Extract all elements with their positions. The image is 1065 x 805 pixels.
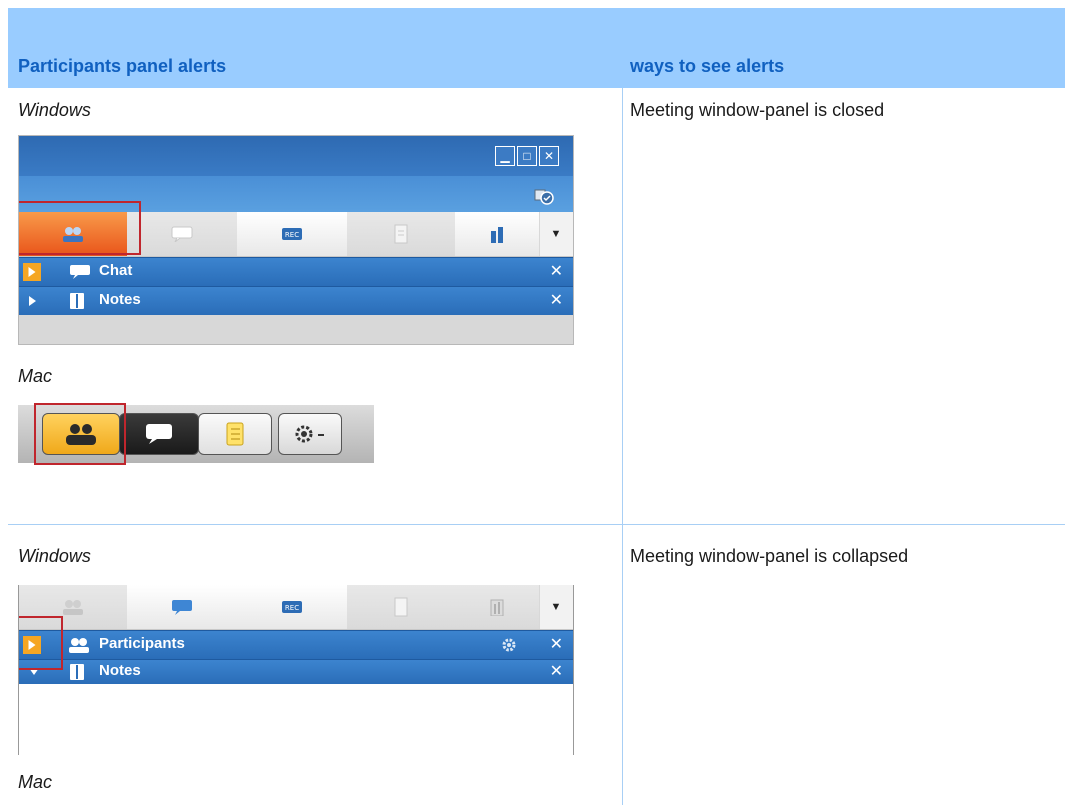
minimize-icon[interactable]: ▁ [495, 146, 515, 166]
windows-panel-screenshot: ▁ □ ✕ REC ▼ Chat ✕ Notes ✕ [18, 135, 574, 345]
chevron-down-icon: ▼ [550, 601, 562, 613]
row-divider [8, 524, 1065, 525]
settings-button[interactable] [278, 413, 342, 455]
participants-icon [63, 600, 83, 615]
tab-chat[interactable] [127, 585, 238, 629]
panel-bar-notes[interactable]: Notes ✕ [19, 286, 573, 315]
tab-notes[interactable] [347, 212, 456, 256]
tab-recorder[interactable]: REC [237, 585, 348, 629]
chat-icon [146, 424, 172, 444]
column-header-alerts: Participants panel alerts [18, 56, 227, 76]
tabs-dropdown[interactable]: ▼ [539, 585, 573, 629]
polling-icon [490, 599, 504, 616]
gear-icon [295, 425, 324, 443]
tab-chat[interactable] [127, 212, 238, 256]
mac-label: Mac [18, 772, 53, 792]
tab-recorder[interactable]: REC [237, 212, 348, 256]
column-divider [622, 88, 623, 805]
panel-bar-notes[interactable]: Notes ✕ [19, 659, 573, 684]
camera-icon[interactable] [529, 182, 555, 206]
chat-icon [172, 600, 192, 615]
tab-polling[interactable] [455, 212, 540, 256]
expand-arrow-alert[interactable] [23, 263, 41, 281]
tab-polling[interactable] [455, 585, 540, 629]
gear-icon[interactable] [501, 637, 517, 653]
panel-label: Participants [99, 635, 185, 652]
highlight-box [19, 616, 63, 670]
highlight-box [19, 201, 141, 255]
notes-button[interactable] [198, 413, 272, 455]
panel-label: Notes [99, 662, 141, 679]
close-icon[interactable]: ✕ [550, 290, 563, 310]
windows-panel-collapsed-screenshot: REC ▼ Participants ✕ Notes ✕ [18, 585, 574, 755]
polling-icon [491, 227, 503, 243]
window-title-bar: ▁ □ ✕ [19, 136, 573, 176]
recorder-icon: REC [282, 228, 302, 240]
windows-label: Windows [18, 546, 91, 566]
svg-text:REC: REC [285, 604, 299, 612]
chat-button[interactable] [119, 413, 199, 455]
maximize-icon[interactable]: □ [517, 146, 537, 166]
column-header-ways: ways to see alerts [630, 56, 785, 76]
svg-text:REC: REC [285, 231, 299, 239]
panel-bar-chat[interactable]: Chat ✕ [19, 257, 573, 286]
tab-notes[interactable] [347, 585, 456, 629]
close-icon[interactable]: ✕ [550, 261, 563, 281]
close-icon[interactable]: ✕ [539, 146, 559, 166]
windows-label: Windows [18, 100, 91, 120]
description-collapsed: Meeting window-panel is collapsed [630, 546, 909, 566]
panel-label: Notes [99, 291, 141, 308]
chat-icon [70, 265, 90, 279]
tabs-dropdown[interactable]: ▼ [539, 212, 573, 256]
panel-bar-participants[interactable]: Participants ✕ [19, 630, 573, 659]
recorder-icon: REC [282, 601, 302, 613]
notes-icon [70, 293, 84, 309]
notes-icon [70, 664, 84, 680]
notes-icon [394, 224, 408, 244]
mac-toolbar-screenshot [18, 403, 374, 465]
expand-arrow-icon[interactable] [29, 296, 36, 306]
notes-icon [226, 422, 244, 446]
participants-icon [69, 638, 89, 653]
chat-icon [171, 226, 193, 242]
panel-tabs: REC ▼ [19, 585, 573, 630]
highlight-box [34, 403, 126, 465]
mac-label: Mac [18, 366, 53, 386]
chevron-down-icon: ▼ [550, 228, 562, 240]
close-icon[interactable]: ✕ [550, 634, 563, 654]
description-closed: Meeting window-panel is closed [630, 100, 885, 120]
panel-label: Chat [99, 262, 133, 279]
notes-icon [394, 597, 408, 617]
close-icon[interactable]: ✕ [550, 661, 563, 681]
